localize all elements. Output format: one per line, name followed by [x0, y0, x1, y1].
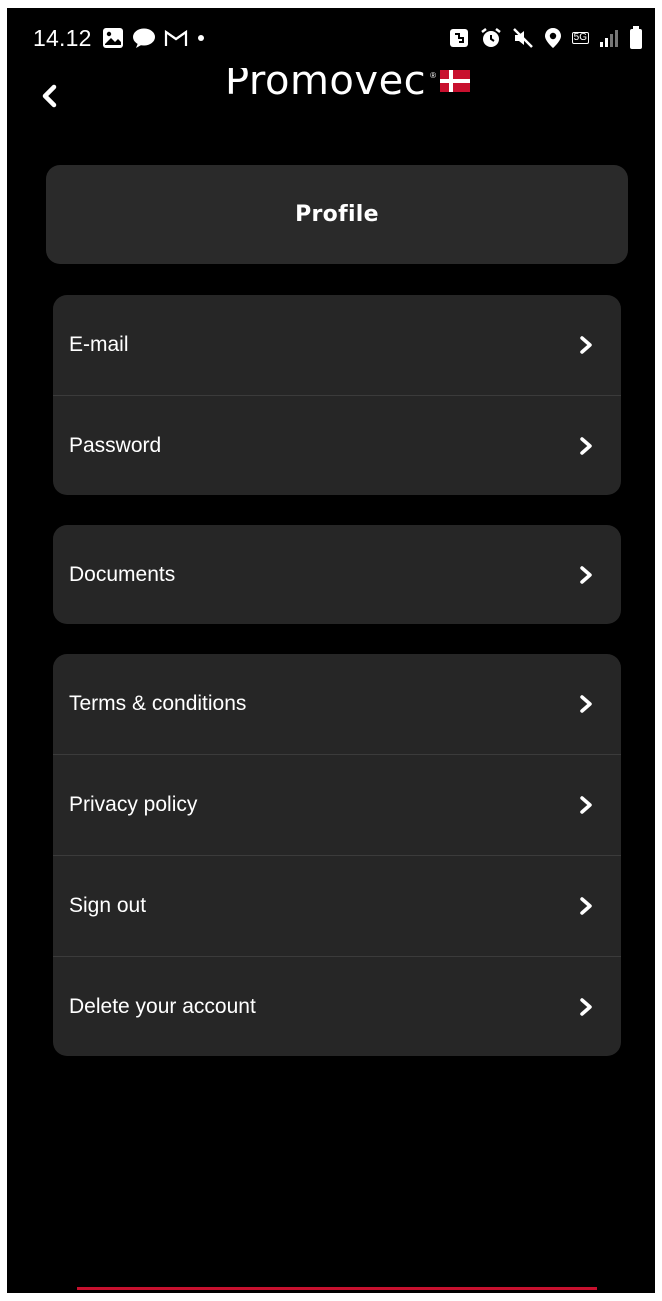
- logo-text: Promovec: [225, 68, 427, 104]
- documents-group: Documents: [53, 525, 621, 624]
- network-5g-icon: 5G: [571, 32, 589, 44]
- notification-icons: [102, 26, 206, 50]
- signal-icon: [599, 28, 619, 48]
- menu-item-password[interactable]: Password: [53, 395, 621, 495]
- alarm-icon: [480, 27, 502, 49]
- menu-item-privacy-policy[interactable]: Privacy policy: [53, 754, 621, 855]
- chevron-right-icon: [580, 695, 592, 713]
- app-header: Promovec ®: [7, 68, 655, 128]
- menu-item-label: Privacy policy: [69, 793, 198, 816]
- menu-item-label: Delete your account: [69, 995, 256, 1018]
- chevron-right-icon: [580, 998, 592, 1016]
- status-bar: 14.12 5G: [7, 8, 655, 68]
- gmail-icon: [164, 28, 188, 48]
- registered-mark: ®: [430, 70, 437, 80]
- menu-item-sign-out[interactable]: Sign out: [53, 855, 621, 956]
- chevron-left-icon: [41, 84, 57, 113]
- menu-item-terms[interactable]: Terms & conditions: [53, 654, 621, 754]
- chevron-right-icon: [580, 336, 592, 354]
- system-icons: 5G: [448, 26, 643, 50]
- bottom-accent-bar: [77, 1287, 597, 1290]
- chat-icon: [132, 27, 156, 49]
- app-screen: 14.12 5G Promovec ® Profile E-mail Passw…: [7, 8, 655, 1293]
- menu-item-documents[interactable]: Documents: [53, 525, 621, 624]
- chevron-right-icon: [580, 796, 592, 814]
- location-icon: [544, 27, 562, 49]
- gallery-icon: [102, 27, 124, 49]
- menu-item-label: Password: [69, 434, 162, 457]
- back-button[interactable]: [29, 78, 69, 118]
- legal-account-group: Terms & conditions Privacy policy Sign o…: [53, 654, 621, 1056]
- chevron-right-icon: [580, 437, 592, 455]
- menu-item-delete-account[interactable]: Delete your account: [53, 956, 621, 1056]
- menu-item-label: Terms & conditions: [69, 692, 247, 715]
- danish-flag-icon: [440, 70, 471, 97]
- profile-title-card: Profile: [46, 165, 628, 264]
- chevron-right-icon: [580, 565, 592, 584]
- chevron-right-icon: [580, 897, 592, 915]
- status-time: 14.12: [33, 25, 92, 51]
- account-settings-group: E-mail Password: [53, 295, 621, 495]
- page-title: Profile: [295, 202, 379, 227]
- menu-item-email[interactable]: E-mail: [53, 295, 621, 395]
- mute-icon: [512, 27, 534, 49]
- dot-icon: [196, 33, 206, 43]
- nfc-icon: [448, 27, 470, 49]
- menu-item-label: E-mail: [69, 333, 129, 356]
- menu-item-label: Sign out: [69, 894, 147, 917]
- promovec-logo: Promovec ®: [225, 68, 471, 108]
- menu-item-label: Documents: [69, 562, 176, 586]
- battery-icon: [629, 26, 643, 50]
